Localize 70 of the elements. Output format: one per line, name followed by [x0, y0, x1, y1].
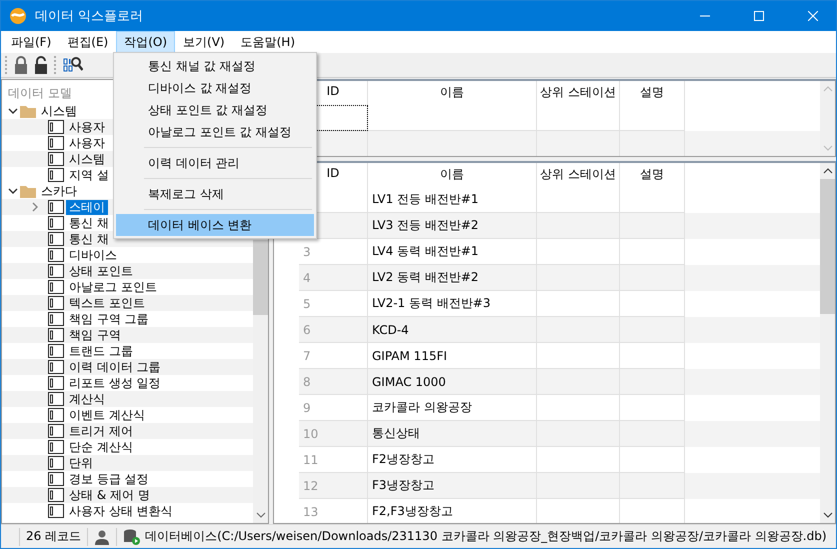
- table-icon: [48, 136, 64, 150]
- table-icon: [48, 440, 64, 454]
- table-icon: [48, 504, 64, 518]
- close-icon[interactable]: [808, 11, 818, 21]
- table-icon: [48, 360, 64, 374]
- menu-option[interactable]: 데이터 베이스 변환: [116, 214, 314, 236]
- tree-item[interactable]: 통신 채: [66, 216, 112, 230]
- tree-item[interactable]: 시스템: [38, 104, 80, 118]
- table-icon: [48, 472, 64, 486]
- table-cell: 13: [299, 499, 368, 523]
- table-icon: [48, 216, 64, 230]
- tree-item[interactable]: 단순 계산식: [66, 440, 136, 454]
- scrollbar[interactable]: [820, 163, 835, 523]
- menu-item[interactable]: 작업(O): [116, 31, 176, 53]
- scroll-up-icon[interactable]: [822, 167, 832, 175]
- table-icon: [48, 376, 64, 390]
- menu-item[interactable]: 파일(F): [3, 31, 60, 53]
- tree-item[interactable]: 아날로그 포인트: [66, 280, 160, 294]
- table-icon: [48, 248, 64, 262]
- tree-item[interactable]: 이벤트 계산식: [66, 408, 148, 422]
- panel-title: 데이터 모델: [8, 84, 72, 102]
- menu-option[interactable]: 통신 채널 값 재설정: [116, 55, 314, 77]
- tree-item[interactable]: 경보 등급 설정: [66, 472, 152, 486]
- table-icon: [48, 424, 64, 438]
- tree-item[interactable]: 시스템: [66, 152, 108, 166]
- tree-item[interactable]: 지역 설: [66, 168, 112, 182]
- tree-item[interactable]: 통신 채: [66, 232, 112, 246]
- table-icon: [48, 456, 64, 470]
- table-icon: [48, 296, 64, 310]
- table-icon: [48, 264, 64, 278]
- table-icon: [48, 168, 64, 182]
- table-icon: [48, 200, 64, 214]
- table-icon: [48, 120, 64, 134]
- scroll-down-icon[interactable]: [256, 511, 266, 519]
- database-icon: [123, 528, 142, 544]
- user-icon: [94, 528, 110, 544]
- table-icon: [48, 408, 64, 422]
- tree-item[interactable]: 트랜드 그룹: [66, 344, 136, 358]
- binary-magnifier-icon[interactable]: [63, 56, 83, 74]
- table-icon: [48, 328, 64, 342]
- app-logo-icon: [9, 7, 27, 25]
- scroll-down-icon[interactable]: [822, 511, 832, 519]
- menu-option[interactable]: 아날로그 포인트 값 재설정: [116, 121, 314, 143]
- table-icon: [48, 312, 64, 326]
- table-cell: F2,F3냉장창고: [368, 499, 537, 523]
- table-icon: [48, 232, 64, 246]
- table-icon: [48, 488, 64, 502]
- maximize-icon[interactable]: [754, 11, 764, 21]
- database-path: 데이터베이스(C:/Users/weisen/Downloads/231130 코카콜라 의왕공장_현장백업/코카콜라 의왕공장/코카콜라 의왕공장.db): [145, 528, 827, 545]
- tree-item[interactable]: 단위: [66, 456, 96, 470]
- table-icon: [48, 280, 64, 294]
- lock-icon[interactable]: [14, 56, 28, 74]
- record-count: 26 레코드: [26, 528, 82, 545]
- menu-item[interactable]: 도움말(H): [232, 31, 303, 53]
- menu-item[interactable]: 보기(V): [175, 31, 233, 53]
- window-title: 데이터 익스플로러: [35, 8, 144, 25]
- table-icon: [48, 152, 64, 166]
- table-icon: [48, 392, 64, 406]
- tree-item[interactable]: 책임 구역 그룹: [66, 312, 152, 326]
- tree-item[interactable]: 리포트 생성 일정: [66, 376, 164, 390]
- tree-item[interactable]: 스테이: [66, 200, 108, 214]
- tree-item[interactable]: 사용자: [66, 136, 108, 150]
- table-icon: [48, 344, 64, 358]
- tree-item[interactable]: 스카다: [38, 184, 80, 198]
- tree-item[interactable]: 사용자 상태 변환식: [66, 504, 176, 518]
- open-lock-icon[interactable]: [34, 56, 48, 74]
- tree-item[interactable]: 디바이스: [66, 248, 120, 262]
- tree-item[interactable]: 사용자: [66, 120, 108, 134]
- menu-item[interactable]: 편집(E): [59, 31, 116, 53]
- tree-item[interactable]: 계산식: [66, 392, 108, 406]
